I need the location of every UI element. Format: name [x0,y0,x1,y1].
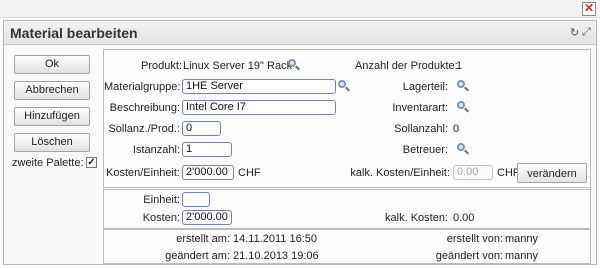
second-palette-label: zweite Palette: [12,157,84,169]
add-button[interactable]: Hinzufügen [14,107,90,126]
check-icon: ✓ [87,157,96,168]
einheit-field[interactable] [182,192,210,207]
istanzahl-field[interactable]: 1 [182,142,232,157]
geaendert-von-label: geändert von: [435,250,503,262]
kalk-kosten-einheit-field[interactable]: 0.00 [453,165,493,180]
betreuer-label: Betreuer: [402,144,448,156]
meta-panel: erstellt am: 14.11.2011 16:50 erstellt v… [103,229,591,264]
produkt-label: Produkt: [141,60,182,72]
dialog-titlebar: Material bearbeiten ↻ ⤢ [4,21,596,45]
sollanzahl-label: Sollanzahl: [394,123,448,135]
kosten-field[interactable]: 2'000.00 [182,210,232,225]
delete-button[interactable]: Löschen [14,133,90,152]
produkt-value: Linux Server 19" Rack [183,60,293,72]
dialog-title: Material bearbeiten [10,25,138,41]
lagerteil-search-icon[interactable] [457,80,469,92]
erstellt-am-label: erstellt am: [176,233,230,245]
kosten-einheit-currency: CHF [238,167,261,179]
kalk-kosten-einheit-label: kalk. Kosten/Einheit: [350,167,450,179]
einheit-label: Einheit: [143,194,180,206]
window-top-bar: ✕ [0,0,600,18]
geaendert-von-value: manny [505,250,539,262]
anzahl-produkte-label: Anzahl der Produkte: [355,60,458,72]
materialgruppe-label: Materialgruppe: [104,81,181,93]
sollanzahl-value: 0 [453,123,460,135]
kosten-label: Kosten: [142,212,180,224]
kosten-einheit-label: Kosten/Einheit: [106,167,180,179]
istanzahl-label: Istanzahl: [132,144,180,156]
ok-button[interactable]: Ok [14,55,90,74]
geaendert-am-value: 21.10.2013 19:06 [233,250,319,262]
sollanz-prod-label: Sollanz./Prod.: [108,123,180,135]
erstellt-von-label: erstellt von: [446,233,503,245]
materialgruppe-field[interactable]: 1HE Server [182,79,336,94]
lagerteil-label: Lagerteil: [402,81,448,93]
close-window-button[interactable]: ✕ [582,2,596,16]
close-icon: ✕ [583,1,595,15]
beschreibung-label: Beschreibung: [109,102,180,114]
anzahl-produkte-value: 1 [456,60,463,72]
material-edit-dialog: Material bearbeiten ↻ ⤢ Ok Abbrechen Hin… [3,20,597,265]
refresh-icon[interactable]: ↻ [570,26,579,39]
betreuer-search-icon[interactable] [457,143,469,155]
expand-icon[interactable]: ⤢ [582,26,591,39]
geaendert-am-label: geändert am: [165,250,230,262]
main-panel: Produkt: Linux Server 19" Rack Anzahl de… [103,49,591,188]
beschreibung-field[interactable]: Intel Core I7 [182,100,336,115]
units-panel: Einheit: Kosten: 2'000.00 kalk. Kosten: … [103,189,591,229]
kosten-einheit-field[interactable]: 2'000.00 [182,165,234,180]
sollanz-prod-field[interactable]: 0 [182,121,221,136]
kalk-kosten-label: kalk. Kosten: [385,212,448,224]
inventarart-search-icon[interactable] [457,101,469,113]
product-search-icon[interactable] [288,59,300,71]
kalk-kosten-value: 0.00 [453,212,475,224]
erstellt-am-value: 14.11.2011 16:50 [233,233,318,245]
change-button[interactable]: verändern [517,163,587,183]
inventarart-label: Inventarart: [392,102,448,114]
cancel-button[interactable]: Abbrechen [14,81,90,100]
erstellt-von-value: manny [505,233,539,245]
second-palette-checkbox[interactable]: ✓ [86,157,97,168]
